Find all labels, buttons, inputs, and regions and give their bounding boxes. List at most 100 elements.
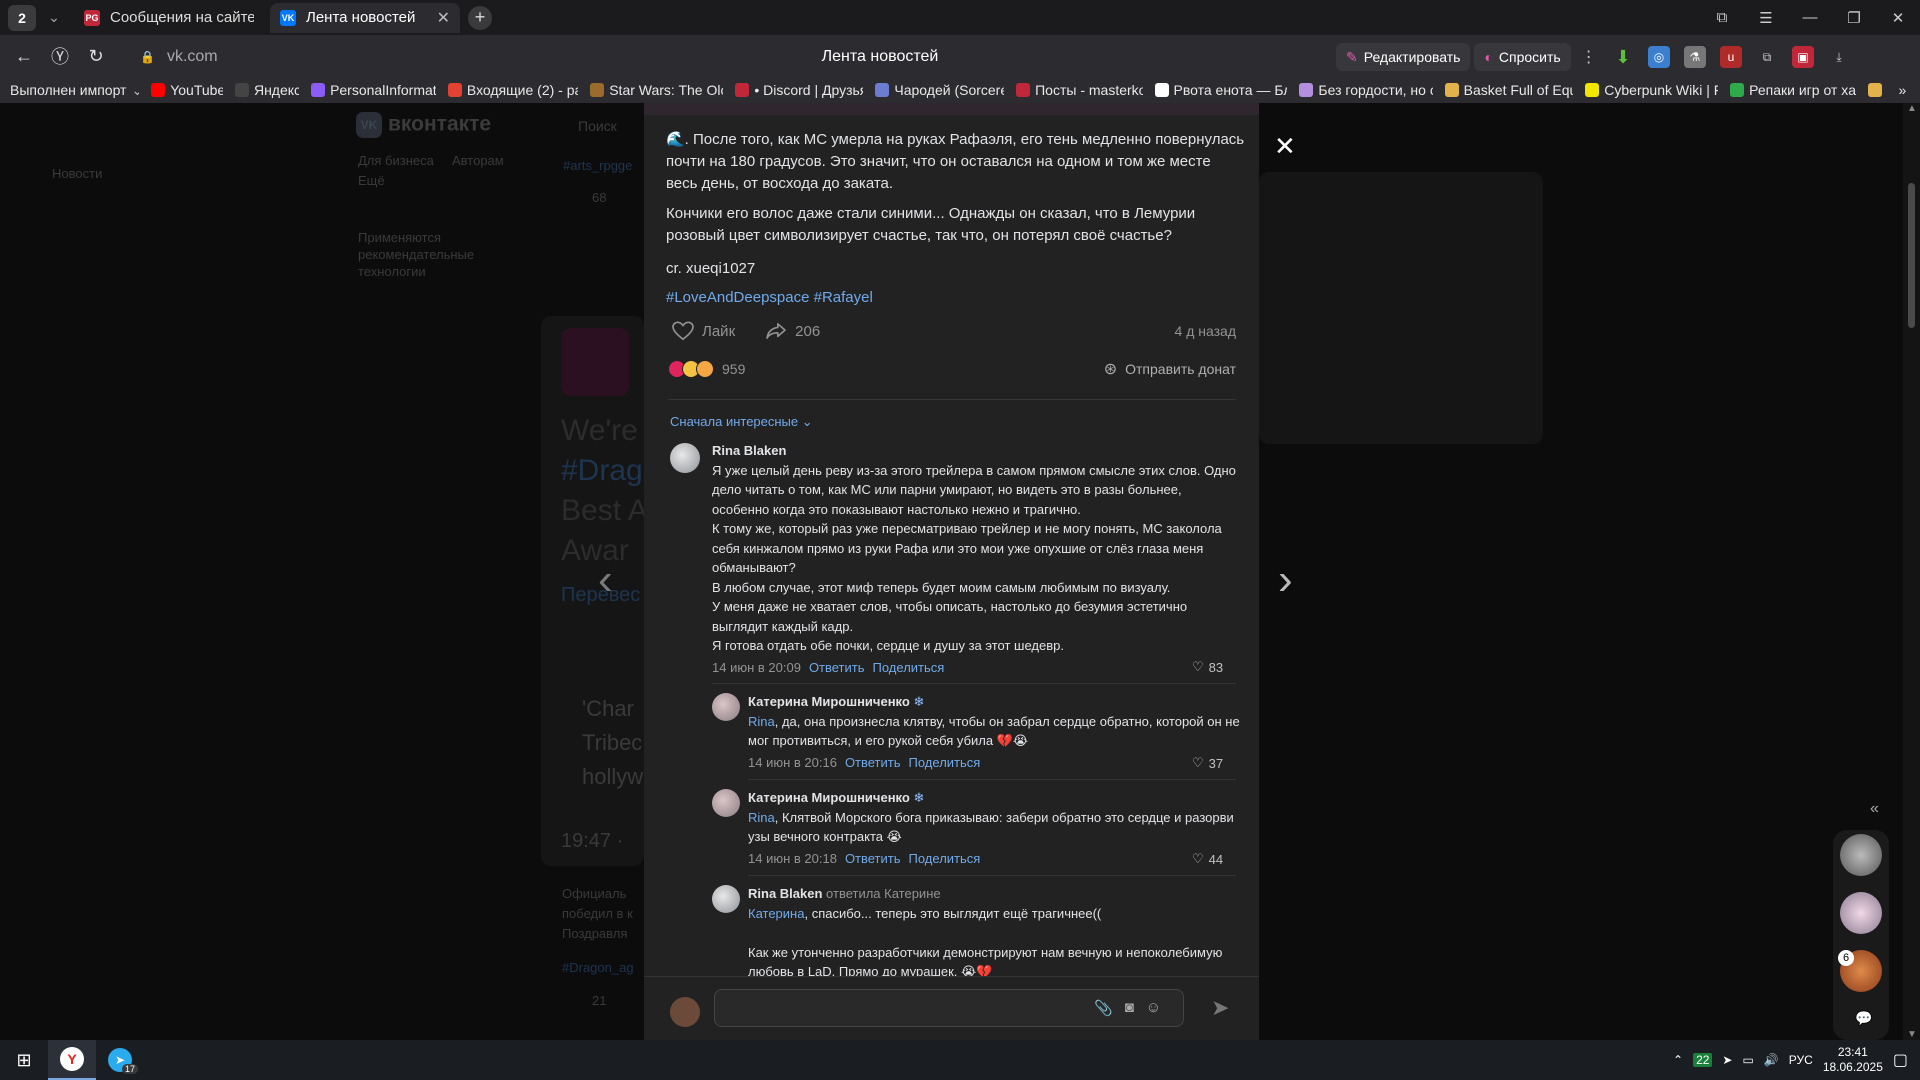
scroll-up-icon[interactable]: ▲ [1907, 103, 1917, 114]
share-link[interactable]: Поделиться [873, 658, 945, 678]
screenshot-icon[interactable]: ◎ [1648, 46, 1670, 68]
telegram-tray-icon[interactable]: ➤ [1722, 1053, 1732, 1067]
prev-arrow-icon[interactable]: ‹ [598, 555, 613, 605]
comment-like[interactable]: ♡ 44 [1192, 851, 1259, 867]
more-bookmarks-icon[interactable]: » [1898, 82, 1906, 98]
donate-button[interactable]: ⊛ Отправить донат [1104, 359, 1236, 379]
bookmark-repacks[interactable]: Репаки игр от xat [1730, 82, 1856, 98]
comment-date[interactable]: 14 июн в 20:16 [748, 753, 837, 773]
downloads-icon[interactable]: ⤓ [1828, 46, 1850, 68]
chevron-down-icon[interactable]: ⌄ [40, 5, 68, 31]
yandex-browser-icon[interactable]: Y [48, 1040, 96, 1080]
comment-date[interactable]: 14 июн в 20:09 [712, 658, 801, 678]
emoji-icon[interactable]: ☺ [1146, 999, 1161, 1017]
reply-button[interactable]: Ответить [809, 658, 865, 678]
vk-authors[interactable]: Авторам [452, 153, 504, 168]
collapse-chats-icon[interactable]: « [1870, 800, 1879, 818]
bookmark-personal[interactable]: PersonalInformati [311, 82, 436, 98]
share-button[interactable]: 206 [765, 322, 820, 340]
extension-icon[interactable]: ⚗ [1684, 46, 1706, 68]
download-icon[interactable]: ⬇ [1612, 46, 1634, 68]
tray-expand-icon[interactable]: ⌃ [1673, 1053, 1683, 1067]
like-button[interactable]: Лайк [672, 321, 735, 341]
avatar[interactable] [670, 997, 700, 1027]
comment-date[interactable]: 14 июн в 20:18 [748, 849, 837, 869]
comment-author[interactable]: Rina Blaken [712, 441, 1242, 461]
notifications-icon[interactable]: ▢ [1893, 1050, 1908, 1070]
restore-icon[interactable]: ❐ [1832, 9, 1876, 27]
comment-mention[interactable]: Rina [748, 714, 775, 729]
language-indicator[interactable]: РУС [1789, 1053, 1813, 1067]
comment-author[interactable]: Катерина Мирошниченко [748, 694, 910, 709]
reactions-count[interactable]: 959 [722, 361, 745, 377]
edit-button[interactable]: ✎ Редактировать [1336, 43, 1471, 71]
ask-button[interactable]: ◐ Спросить [1474, 43, 1571, 71]
windows-start-icon[interactable]: ⊞ [0, 1040, 48, 1080]
vk-more[interactable]: Ещё [358, 173, 385, 188]
vk-search[interactable]: Поиск [578, 118, 617, 134]
puzzle-icon[interactable]: ⧉ [1756, 46, 1778, 68]
close-window-icon[interactable]: ✕ [1876, 9, 1920, 27]
camera-icon[interactable]: ◙ [1125, 999, 1134, 1017]
share-link[interactable]: Поделиться [909, 753, 981, 773]
bookmark-cyberpunk[interactable]: Cyberpunk Wiki | F [1585, 82, 1718, 98]
tab-news-feed[interactable]: VK Лента новостей ✕ [270, 2, 460, 33]
ublock-icon[interactable]: u [1720, 46, 1742, 68]
chat-avatar[interactable] [1840, 892, 1882, 934]
close-tab-icon[interactable]: ✕ [437, 8, 450, 28]
avatar[interactable] [712, 789, 740, 817]
reload-icon[interactable]: ↻ [78, 46, 114, 67]
network-icon[interactable]: ▭ [1742, 1053, 1753, 1067]
comment-like[interactable]: ♡ 83 [1192, 659, 1259, 675]
bookmark-posts[interactable]: Посты - masterko [1016, 82, 1143, 98]
avatar[interactable] [670, 443, 700, 473]
bookmark-extra[interactable] [1868, 83, 1886, 97]
scroll-down-icon[interactable]: ▼ [1907, 1029, 1917, 1040]
avatar[interactable] [712, 693, 740, 721]
more-icon[interactable]: ⋮ [1575, 47, 1603, 67]
comment-mention[interactable]: Катерина [748, 906, 804, 921]
attach-icon[interactable]: 📎 [1094, 999, 1113, 1017]
vk-logo[interactable]: VK вконтакте [356, 112, 491, 138]
new-tab-button[interactable]: + [468, 5, 492, 30]
tab-count-badge[interactable]: 2 [8, 4, 36, 31]
bookmark-raccoon[interactable]: Рвота енота — Бл [1154, 82, 1287, 98]
bookmark-discord[interactable]: • Discord | Друзья [735, 82, 863, 98]
clock[interactable]: 23:41 18.06.2025 [1823, 1045, 1883, 1075]
tray-app-badge[interactable]: 22 [1693, 1053, 1713, 1067]
starstruck-reaction-icon[interactable] [696, 360, 714, 378]
vk-for-business[interactable]: Для бизнеса [358, 153, 434, 168]
send-icon[interactable]: ➤ [1211, 995, 1229, 1021]
comment-author[interactable]: Катерина Мирошниченко [748, 790, 910, 805]
next-arrow-icon[interactable]: › [1278, 555, 1293, 605]
close-icon[interactable]: ✕ [1274, 131, 1296, 162]
back-icon[interactable]: ← [6, 46, 42, 67]
share-link[interactable]: Поделиться [909, 849, 981, 869]
reply-button[interactable]: Ответить [845, 849, 901, 869]
telegram-icon[interactable]: ➤ 17 [96, 1040, 144, 1080]
vpn-icon[interactable]: ▣ [1792, 46, 1814, 68]
bookmark-import[interactable]: Выполнен импорт ⌄ [10, 82, 139, 99]
menu-icon[interactable]: ☰ [1744, 9, 1788, 27]
page-scrollbar[interactable]: ▲ ▼ [1903, 103, 1920, 1040]
scroll-thumb[interactable] [1908, 183, 1915, 328]
avatar[interactable] [712, 885, 740, 913]
reply-button[interactable]: Ответить [845, 753, 901, 773]
vk-tag[interactable]: #arts_rpgge [563, 158, 632, 173]
bookmark-starwars[interactable]: Star Wars: The Olc [590, 82, 723, 98]
comment-like[interactable]: ♡ 37 [1192, 755, 1259, 771]
minimize-icon[interactable]: — [1788, 9, 1832, 26]
chat-icon[interactable]: 💬 [1855, 1010, 1872, 1027]
bookmark-sorcerer[interactable]: Чародей (Sorcere [875, 82, 1004, 98]
post-hashtags[interactable]: #LoveAndDeepspace #Rafayel [666, 289, 873, 306]
volume-icon[interactable]: 🔊 [1764, 1053, 1779, 1067]
bookmark-basket[interactable]: Basket Full of Equ [1444, 82, 1573, 98]
bookmark-pride[interactable]: Без гордости, но с [1299, 82, 1433, 98]
bookmark-youtube[interactable]: YouTube [151, 82, 223, 98]
tab-messages[interactable]: PG Сообщения на сайте [74, 3, 264, 33]
bookmark-yandex[interactable]: Яндекс [234, 82, 299, 98]
chat-avatar[interactable] [1840, 834, 1882, 876]
vk-tag2[interactable]: #Dragon_ag [562, 960, 634, 975]
bookmark-gmail[interactable]: Входящие (2) - pa [447, 82, 578, 98]
url-field[interactable]: 🔒 vk.com Лента новостей ■ [140, 43, 1443, 71]
